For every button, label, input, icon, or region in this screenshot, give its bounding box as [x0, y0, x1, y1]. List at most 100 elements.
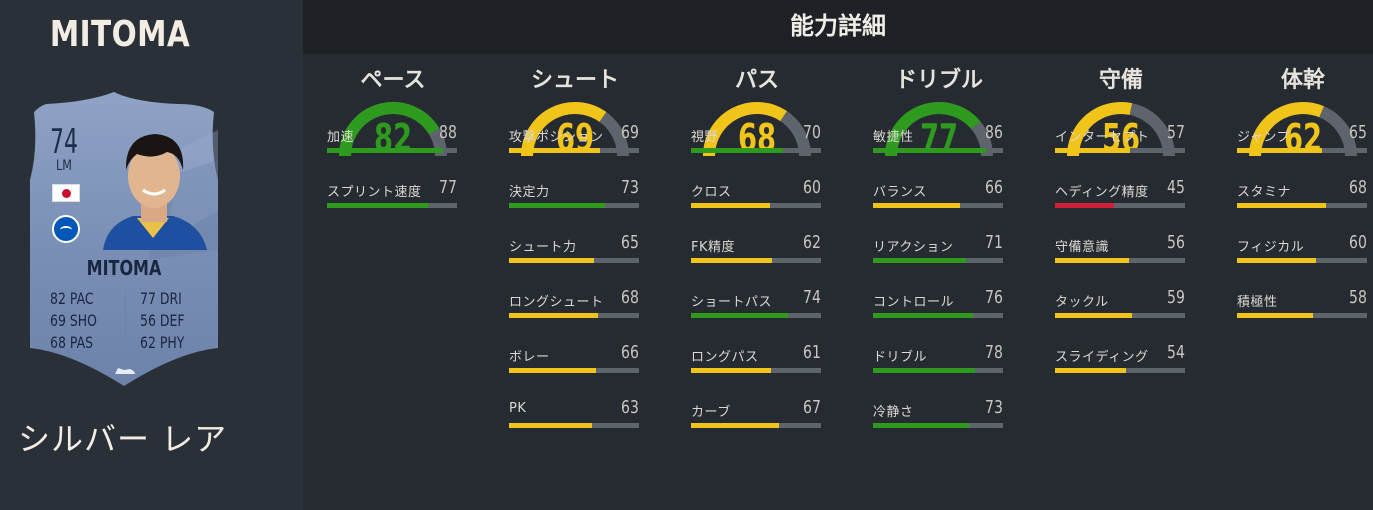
stat-bar [327, 203, 457, 208]
stat-label: PK [509, 401, 527, 416]
stat-bar [873, 423, 1003, 428]
stat-label: シュート力 [509, 240, 577, 255]
category-title: ドリブル [894, 68, 983, 93]
stat-bar [691, 423, 821, 428]
stat-bar [509, 203, 639, 208]
stat-bar-fill [1237, 313, 1314, 318]
stat-bar [509, 258, 639, 263]
stat-label: スタミナ [1237, 185, 1292, 200]
stat-value: 73 [985, 397, 1003, 418]
stat-row: ロングパス 61 [691, 342, 821, 382]
stat-value: 77 [439, 177, 457, 198]
stat-row: バランス 66 [873, 177, 1003, 217]
stat-bar-fill [327, 203, 429, 208]
stat-label: タックル [1055, 295, 1109, 310]
stat-row: 視野 70 [691, 122, 821, 162]
stat-row: FK精度 62 [691, 232, 821, 272]
stat-value: 57 [1167, 122, 1185, 143]
stat-bar-fill [509, 148, 600, 153]
stat-bar-fill [691, 148, 783, 153]
stat-bar-fill [1055, 313, 1133, 318]
stat-bar-fill [873, 368, 976, 373]
stat-label: ロングパス [691, 350, 759, 365]
stat-row: ヘディング精度 45 [1055, 177, 1185, 217]
stat-value: 60 [803, 177, 821, 198]
stat-label: 守備意識 [1055, 240, 1110, 255]
stat-label: ヘディング精度 [1055, 185, 1149, 200]
stat-label: ロングシュート [509, 295, 604, 310]
stat-value: 65 [621, 232, 639, 253]
stat-bar-fill [1055, 203, 1115, 208]
card-rating: 74 [50, 122, 79, 162]
stat-label: FK精度 [691, 240, 736, 255]
stat-bar [1055, 148, 1185, 153]
stat-row: 守備意識 56 [1055, 232, 1185, 272]
stat-value: 88 [439, 122, 457, 143]
stat-row: コントロール 76 [873, 287, 1003, 327]
player-card[interactable]: 74 LM MITOMA 82 PAC 69 SHO 68 PAS 77 DRI… [28, 90, 220, 390]
stat-row: ジャンプ 65 [1237, 122, 1367, 162]
stat-label: ジャンプ [1237, 130, 1290, 145]
stat-bar [691, 203, 821, 208]
stat-label: ドリブル [873, 350, 928, 365]
card-stat-pas: 68 PAS [50, 333, 94, 352]
stat-value: 73 [621, 177, 639, 198]
stat-bar [1237, 148, 1367, 153]
stat-bar [1237, 313, 1367, 318]
stat-bar [873, 313, 1003, 318]
card-stat-phy: 62 PHY [140, 333, 185, 352]
attributes-panel: 能力詳細 ペース 82 加速 88 スプリント速度 77 シュート 69 攻撃ポジション 69 決定… [303, 0, 1373, 510]
stat-bar [873, 148, 1003, 153]
stat-row: ショートパス 74 [691, 287, 821, 327]
stat-bar-fill [509, 203, 605, 208]
stat-value: 54 [1167, 342, 1185, 363]
player-card-panel: MITOMA 74 LM MITOMA 82 PAC 69 SHO 68 PAS… [0, 0, 303, 510]
stat-value: 56 [1167, 232, 1185, 253]
stat-bar [509, 148, 639, 153]
stat-value: 59 [1167, 287, 1185, 308]
player-name: MITOMA [49, 14, 191, 55]
stat-bar [1055, 368, 1185, 373]
stat-bar-fill [691, 313, 789, 318]
card-position: LM [56, 158, 72, 174]
stat-label: フィジカル [1237, 240, 1305, 255]
stat-value: 67 [803, 397, 821, 418]
stat-bar-fill [1055, 148, 1130, 153]
stat-label: バランス [873, 185, 927, 200]
stat-row: ロングシュート 68 [509, 287, 639, 327]
stat-label: コントロール [873, 295, 955, 310]
card-stat-sho: 69 SHO [50, 311, 97, 330]
stat-value: 66 [985, 177, 1003, 198]
stat-label: ボレー [509, 350, 550, 365]
stat-value: 65 [1349, 122, 1367, 143]
stat-label: 敏捷性 [873, 130, 914, 145]
stat-row: 攻撃ポジション 69 [509, 122, 639, 162]
stat-bar-fill [873, 258, 967, 263]
stat-bar [1055, 203, 1185, 208]
attributes-header: 能力詳細 [303, 0, 1373, 54]
stat-value: 61 [803, 342, 821, 363]
stat-bar-fill [327, 148, 443, 153]
stat-row: フィジカル 60 [1237, 232, 1367, 272]
stat-value: 71 [985, 232, 1003, 253]
stat-label: 決定力 [509, 185, 550, 200]
stat-bar [873, 203, 1003, 208]
stat-row: 冷静さ 73 [873, 397, 1003, 437]
stat-bar [327, 148, 457, 153]
stat-bar [509, 313, 639, 318]
stat-row: タックル 59 [1055, 287, 1185, 327]
stat-row: 決定力 73 [509, 177, 639, 217]
stat-bar-fill [873, 313, 973, 318]
stat-value: 86 [985, 122, 1003, 143]
stat-label: インターセプト [1055, 130, 1150, 145]
stat-label: スプリント速度 [327, 185, 422, 200]
stat-bar-fill [873, 423, 969, 428]
stat-row: ボレー 66 [509, 342, 639, 382]
stat-label: 視野 [691, 130, 719, 145]
stat-value: 74 [803, 287, 821, 308]
stat-bar-fill [1237, 258, 1316, 263]
card-divider [125, 290, 126, 352]
stat-value: 66 [621, 342, 639, 363]
stat-row: ドリブル 78 [873, 342, 1003, 382]
card-stats-right: 77 DRI 56 DEF 62 PHY [140, 288, 185, 354]
